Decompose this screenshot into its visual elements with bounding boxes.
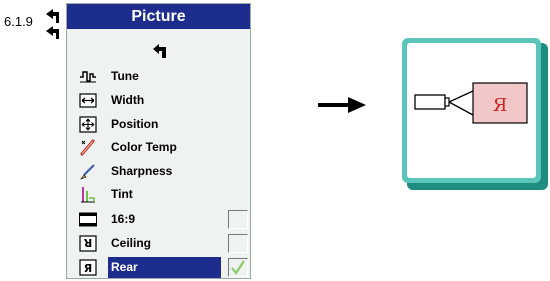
menu-item-rear[interactable]: Я Rear — [67, 257, 250, 278]
ceiling-checkbox[interactable] — [228, 234, 248, 253]
ceiling-icon: R — [79, 235, 97, 252]
menu-item-color-temp[interactable]: Color Temp — [67, 137, 250, 158]
menu-title: Picture — [67, 4, 250, 29]
menu-item-width[interactable]: Width — [67, 90, 250, 111]
aspect-16-9-icon — [79, 212, 97, 227]
menu-item-label: Sharpness — [111, 164, 173, 178]
tune-icon — [80, 71, 96, 83]
position-icon — [79, 116, 97, 133]
svg-text:R: R — [83, 236, 92, 249]
menu-item-tune[interactable]: Tune — [67, 66, 250, 87]
menu-item-tint[interactable]: Tint — [67, 184, 250, 205]
menu-item-label: Width — [111, 93, 145, 107]
right-arrow-icon — [318, 97, 366, 113]
screen-glyph: Я — [493, 95, 508, 116]
color-temp-icon — [80, 139, 95, 156]
width-icon — [79, 93, 97, 108]
checkmark-icon — [231, 260, 245, 275]
back-arrow-icon[interactable] — [152, 44, 168, 58]
section-number: 6.1.9 — [4, 14, 33, 29]
picture-menu: Picture Tune Width Position Color Temp S… — [66, 3, 251, 279]
rear-icon: Я — [79, 259, 97, 276]
16-9-checkbox[interactable] — [228, 210, 248, 229]
menu-item-16-9[interactable]: 16:9 — [67, 209, 250, 230]
menu-item-ceiling[interactable]: R Ceiling — [67, 233, 250, 254]
rear-projection-illustration: Я — [402, 38, 548, 190]
menu-item-sharpness[interactable]: Sharpness — [67, 161, 250, 182]
menu-item-label: Position — [111, 117, 159, 131]
menu-item-label: Tint — [111, 187, 133, 201]
menu-item-label: Tune — [111, 69, 139, 83]
menu-item-label: Rear — [111, 260, 138, 274]
sharpness-icon — [80, 164, 95, 180]
menu-item-label: Ceiling — [111, 236, 152, 250]
menu-item-label: 16:9 — [111, 212, 136, 226]
rear-checkbox[interactable] — [228, 258, 248, 277]
tint-icon — [81, 187, 95, 203]
double-back-arrow-icon — [46, 9, 59, 39]
menu-item-position[interactable]: Position — [67, 114, 250, 135]
menu-item-label: Color Temp — [111, 140, 177, 154]
svg-text:Я: Я — [84, 262, 92, 275]
